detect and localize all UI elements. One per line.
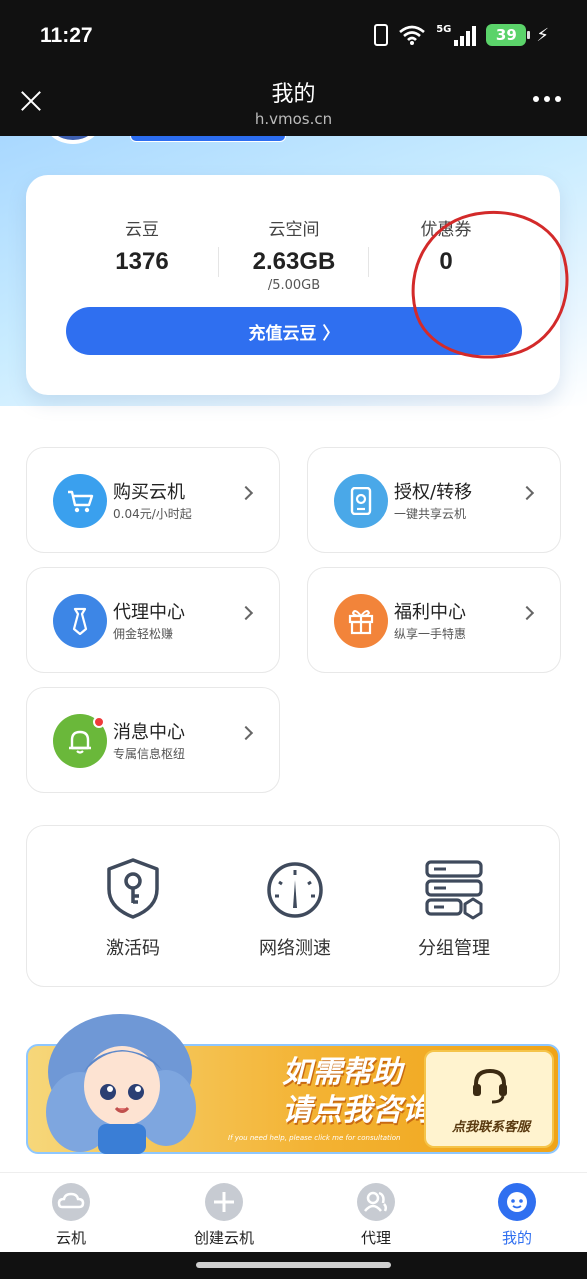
battery-icon: 39: [486, 24, 531, 46]
tool-group-management[interactable]: 分组管理: [389, 856, 519, 960]
more-options-button[interactable]: [533, 96, 561, 102]
nav-create-cloud-phone[interactable]: 创建云机: [174, 1183, 274, 1248]
profile-icon: [498, 1183, 536, 1221]
unread-dot: [93, 716, 105, 728]
banner-headline: 如需帮助 请点我咨询: [282, 1055, 432, 1128]
tool-activation-code[interactable]: 激活码: [68, 856, 198, 960]
vibrate-icon: [374, 24, 389, 46]
menu-message-center[interactable]: 消息中心 专属信息枢纽: [26, 687, 280, 793]
status-time: 11:27: [40, 24, 93, 47]
stat-beans[interactable]: 云豆 1376: [62, 215, 222, 276]
page-title: 我的: [271, 82, 316, 107]
home-indicator[interactable]: [196, 1262, 391, 1268]
banner-caption: If you need help, please click me for co…: [228, 1134, 401, 1142]
status-icons: 5G 39 ⚡: [374, 24, 549, 46]
nav-mine[interactable]: 我的: [467, 1183, 567, 1248]
stats-card: 云豆 1376 云空间 2.63GB /5.00GB 优惠券 0 充值云豆 〉: [26, 175, 586, 395]
headset-icon: [473, 1068, 507, 1104]
tools-card: 激活码 网络测速 分组管理: [26, 825, 560, 987]
tie-icon: [53, 594, 107, 648]
nav-agent[interactable]: 代理: [326, 1183, 426, 1248]
menu-authorize-transfer[interactable]: 授权/转移 一键共享云机: [307, 447, 561, 553]
chevron-right-icon: [519, 485, 535, 501]
page-url: h.vmos.cn: [254, 110, 333, 128]
cloud-phone-icon: [52, 1183, 90, 1221]
speedometer-icon: [267, 862, 323, 918]
agent-icon: [357, 1183, 395, 1221]
status-bar: 11:27 5G 39 ⚡: [0, 0, 587, 70]
key-shield-icon: [107, 858, 159, 919]
menu-agent-center[interactable]: 代理中心 佣金轻松赚: [26, 567, 280, 673]
charging-icon: ⚡: [536, 24, 549, 46]
chevron-right-icon: [238, 485, 254, 501]
server-group-icon: [425, 860, 483, 920]
plus-icon: [205, 1183, 243, 1221]
menu-welfare-center[interactable]: 福利中心 纵享一手特惠: [307, 567, 561, 673]
nav-cloud-phone[interactable]: 云机: [21, 1183, 121, 1248]
app-header: 我的 h.vmos.cn: [0, 70, 587, 136]
phone-share-icon: [334, 474, 388, 528]
chevron-right-icon: [238, 605, 254, 621]
mascot-girl-illustration: [46, 1014, 196, 1154]
vip-badge[interactable]: [130, 136, 286, 142]
bottom-nav: 云机 创建云机 代理 我的: [0, 1172, 587, 1252]
wifi-icon: [399, 25, 426, 45]
menu-buy-cloud-phone[interactable]: 购买云机 0.04元/小时起: [26, 447, 280, 553]
gift-icon: [334, 594, 388, 648]
chevron-right-icon: [238, 725, 254, 741]
tool-network-speed-test[interactable]: 网络测速: [230, 856, 360, 960]
signal-icon: 5G: [436, 24, 477, 46]
contact-support-button[interactable]: 点我联系客服: [424, 1050, 554, 1148]
main-content: 云豆 1376 云空间 2.63GB /5.00GB 优惠券 0 充值云豆 〉 …: [0, 136, 587, 1172]
chevron-right-icon: [519, 605, 535, 621]
help-banner[interactable]: 如需帮助 请点我咨询 If you need help, please clic…: [26, 1014, 560, 1154]
system-gesture-bar: [0, 1252, 587, 1279]
cart-icon: [53, 474, 107, 528]
stat-space[interactable]: 云空间 2.63GB /5.00GB: [214, 215, 374, 293]
